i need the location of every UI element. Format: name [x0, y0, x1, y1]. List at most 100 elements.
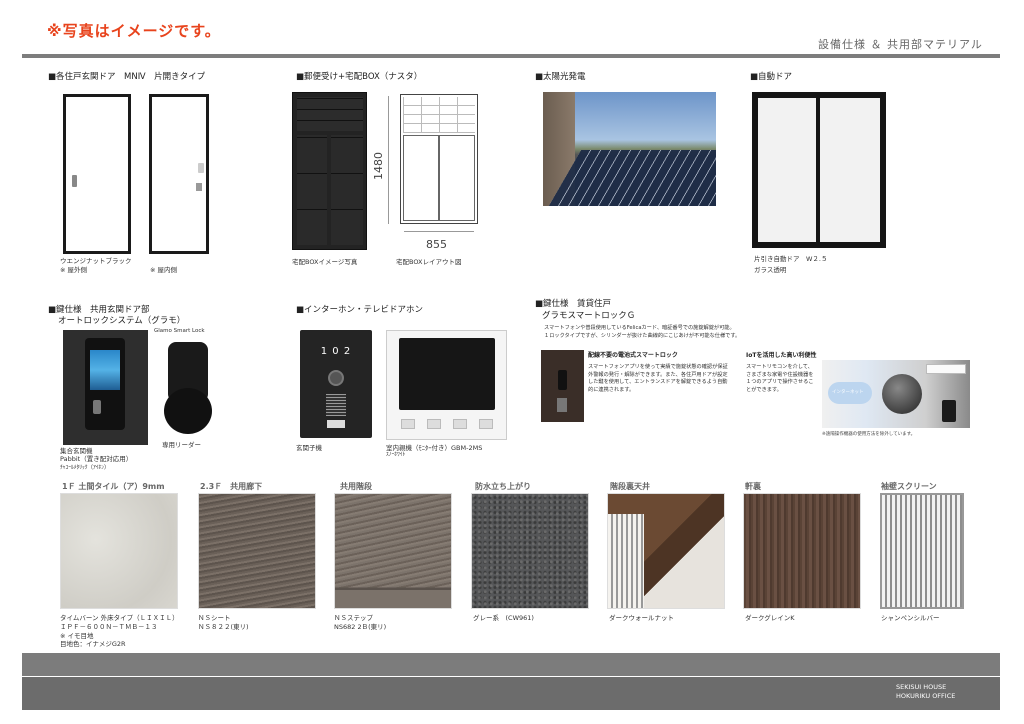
- indoor-monitor-screen: [399, 338, 495, 410]
- auto-door-caption-2: ガラス透明: [754, 266, 787, 274]
- auto-door-image: [752, 92, 886, 248]
- auto-door-panel-left: [758, 98, 816, 242]
- fingerprint-sensor-icon: [93, 400, 101, 414]
- material-label-stair-ceiling: 階段裏天井: [610, 482, 650, 491]
- monitor-caption-2: ｽﾉｰﾎﾜｲﾄ: [386, 452, 406, 458]
- layout-box-left: [403, 135, 439, 221]
- thumb-turn-icon: [198, 163, 204, 173]
- smart-lock-heading-1: ■鍵仕様 賃貸住戸: [535, 299, 612, 309]
- monitor-button[interactable]: [453, 419, 467, 429]
- smart-lock-device: [558, 370, 567, 390]
- entrance-panel-screen: [90, 350, 120, 390]
- autolock-caption-3: ﾁｬｺｰﾙﾒﾀﾘｯｸ（ｱｲﾎﾝ）: [60, 465, 110, 471]
- material-label-floor-tile: 1Ｆ 土間タイル（ア）9mm: [62, 482, 165, 491]
- material-swatch-stairs: [334, 493, 452, 609]
- entrance-door-inside-image: [149, 94, 209, 254]
- smart-lock-desc-2: １ロックタイプですが、シリンダーが抜けた曲線的にこじあけが不可能な仕様です。: [544, 333, 741, 339]
- company-name: SEKISUI HOUSE HOKURIKU OFFICE: [896, 683, 956, 700]
- material-caption-stairs: ＮＳステップ NS682 2Ｂ(東リ): [334, 614, 387, 631]
- height-dim-line: [388, 96, 389, 224]
- width-dimension: 855: [426, 238, 447, 251]
- entrance-door-outside-image: [63, 94, 131, 254]
- entrance-intercom-image: 1 0 2: [300, 330, 372, 438]
- door-handle-icon: [196, 183, 202, 191]
- solar-heading: ■太陽光発電: [535, 72, 586, 82]
- image-notice: ※写真はイメージです。: [47, 22, 221, 40]
- material-caption-stair-ceiling: ダークウォールナット: [609, 614, 674, 622]
- smart-lock-desc-1: スマートフォンや普段使用しているFelicaカード、暗証番号での施錠解錠が可能。: [544, 325, 735, 331]
- iot-diagram: インターネット: [822, 360, 970, 428]
- reader-caption: 専用リーダー: [162, 441, 201, 449]
- mailbox-photo-caption: 宅配BOXイメージ写真: [292, 258, 358, 266]
- auto-door-heading: ■自動ドア: [750, 72, 793, 82]
- smart-lock-box1-title: 配線不要の電池式スマートロック: [588, 352, 678, 359]
- material-label-corridor: 2.3Ｆ 共用廊下: [200, 482, 263, 491]
- smart-lock-box2-title: IoTを活用した高い利便性: [746, 352, 817, 359]
- entrance-panel-body: [85, 338, 125, 430]
- air-conditioner-icon: [926, 364, 966, 374]
- footer-band-bottom: [22, 677, 1000, 710]
- internet-label: インターネット: [832, 390, 864, 395]
- page-title: 設備仕様 ＆ 共用部マテリアル: [818, 38, 983, 51]
- auto-door-caption-1: 片引き自動ドア W２.５: [754, 255, 828, 263]
- reader-knob: [164, 388, 212, 434]
- monitor-button[interactable]: [401, 419, 415, 429]
- entrance-intercom-caption: 玄関子機: [296, 444, 322, 452]
- door-color-caption: ウエンジナットブラック: [60, 257, 132, 265]
- mailbox-photo: [292, 92, 367, 250]
- material-caption-eaves: ダークグレインK: [745, 614, 795, 622]
- header-divider: [22, 54, 1000, 58]
- smartlock-brand-label: Glamo Smart Lock: [154, 328, 205, 334]
- mailbox-slots: [297, 97, 363, 131]
- mailbox-heading: ■郵便受け+宅配BOX（ナスタ）: [296, 72, 423, 82]
- door-handle-icon: [557, 398, 567, 412]
- door-outside-caption: ※ 屋外側: [60, 266, 88, 274]
- lock-device-icon: [942, 400, 956, 422]
- railing-bars: [608, 514, 644, 608]
- smart-lock-reader-image: [164, 342, 212, 437]
- speaker-grille: [326, 394, 346, 416]
- entrance-door-heading: ■各住戸玄関ドア MNⅣ 片開きタイプ: [48, 72, 206, 82]
- material-swatch-corridor: [198, 493, 316, 609]
- monitor-button[interactable]: [427, 419, 441, 429]
- material-swatch-screen: [880, 493, 964, 609]
- indoor-monitor-image: [386, 330, 507, 440]
- material-label-waterproof: 防水立ち上がり: [475, 482, 531, 491]
- layout-box-right: [439, 135, 475, 221]
- material-swatch-floor-tile: [60, 493, 178, 609]
- delivery-box-left: [297, 135, 327, 245]
- door-inside-caption: ※ 屋内側: [150, 266, 178, 274]
- material-swatch-waterproof: [471, 493, 589, 609]
- monitor-buttons: [401, 419, 493, 433]
- door-number: 1 0 2: [320, 346, 352, 357]
- entrance-panel-image: [63, 330, 148, 445]
- material-caption-screen: シャンペンシルバー: [881, 614, 940, 622]
- material-caption-waterproof: グレー系 (CW961): [473, 614, 534, 622]
- auto-door-panel-right: [820, 98, 880, 242]
- material-caption-floor-tile: タイムバーン 外床タイプ（ＬＩＸＩＬ） ＩＰＦ－６００Ｎ－ＴＭＢ－１３ ※ イモ…: [60, 614, 179, 649]
- camera-lens-icon: [328, 370, 344, 386]
- smart-lock-photo: [541, 350, 584, 422]
- material-caption-corridor: ＮＳシート ＮＳ８２２(東リ): [198, 614, 249, 631]
- smart-remote-icon: [882, 374, 922, 414]
- intercom-heading: ■インターホン・テレビドアホン: [296, 305, 424, 315]
- width-dim-line: [404, 231, 474, 232]
- autolock-heading-2: オートロックシステム（グラモ）: [58, 316, 186, 326]
- delivery-box-right: [331, 135, 363, 245]
- material-label-screen: 袖壁スクリーン: [881, 482, 937, 491]
- material-swatch-eaves: [743, 493, 861, 609]
- material-label-eaves: 軒裏: [745, 482, 761, 491]
- smart-lock-note: ※遠隔操作機器の使用方法を除外しています。: [822, 432, 916, 437]
- footer-band-top: [22, 653, 1000, 676]
- smart-lock-box2-text: スマートリモコンを介して、さまざまな家電や住設機器を１つのアプリで操作させること…: [746, 364, 814, 393]
- mailbox-layout-caption: 宅配BOXレイアウト図: [396, 258, 462, 266]
- material-label-stairs: 共用階段: [340, 482, 372, 491]
- solar-panel-photo: [543, 92, 716, 206]
- call-button[interactable]: [327, 420, 345, 428]
- material-swatch-stair-ceiling: [607, 493, 725, 609]
- door-handle-icon: [72, 175, 77, 187]
- layout-slots: [403, 97, 475, 133]
- mailbox-layout-diagram: [400, 94, 478, 224]
- monitor-button[interactable]: [479, 419, 493, 429]
- smart-lock-heading-2: グラモスマートロックＧ: [542, 311, 636, 321]
